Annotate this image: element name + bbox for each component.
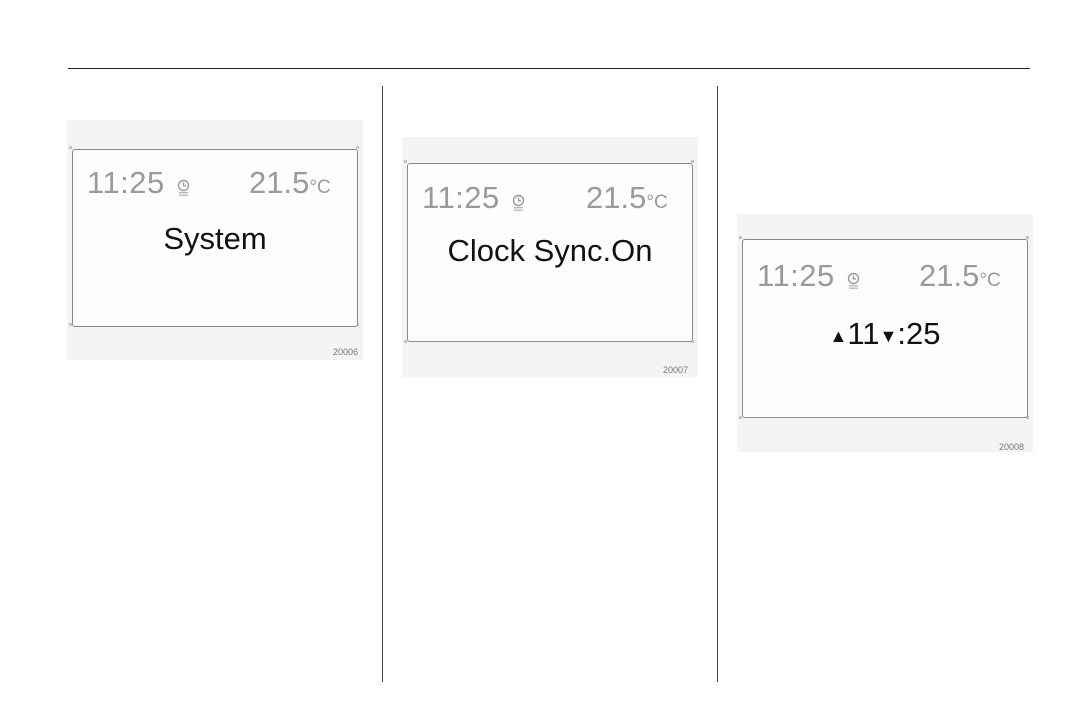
figure-code: 20006 — [333, 347, 359, 357]
display-screen: 11:25 21.5°C ▲11▼:25 — [742, 239, 1028, 418]
temperature-value: 21.5 — [586, 180, 647, 215]
figure-code: 20008 — [999, 442, 1025, 452]
status-time: 11:25 — [87, 165, 165, 200]
display-figure-time-set: 11:25 21.5°C ▲11▼:25 20008 — [737, 214, 1033, 452]
clock-sync-icon — [177, 179, 190, 196]
display-figure-system: 11:25 21.5°C System 20006 — [67, 120, 363, 360]
clock-sync-icon — [847, 272, 860, 289]
manual-page: 11:25 21.5°C System 20006 11:25 21.5°C C… — [0, 0, 1077, 720]
column-divider-1 — [382, 86, 383, 682]
down-arrow-icon: ▼ — [879, 326, 898, 346]
time-hours-value: 11 — [847, 316, 880, 351]
header-rule — [68, 68, 1030, 69]
figure-code: 20007 — [663, 365, 689, 375]
display-message: System — [163, 221, 267, 256]
temperature-value: 21.5 — [919, 258, 980, 293]
status-time: 11:25 — [422, 180, 500, 215]
up-arrow-icon: ▲ — [829, 326, 848, 346]
temperature-unit: °C — [309, 177, 331, 198]
temperature-unit: °C — [979, 270, 1001, 291]
clock-sync-icon — [512, 194, 525, 211]
status-temperature: 21.5°C — [586, 182, 668, 213]
corner-mark — [69, 146, 72, 149]
temperature-unit: °C — [646, 192, 668, 213]
display-screen: 11:25 21.5°C System — [72, 149, 358, 327]
status-time: 11:25 — [757, 258, 835, 293]
column-divider-2 — [717, 86, 718, 682]
display-figure-clock-sync: 11:25 21.5°C Clock Sync.On 20007 — [402, 137, 698, 377]
corner-mark — [404, 160, 407, 163]
time-minutes-value: :25 — [897, 316, 941, 351]
display-message: Clock Sync.On — [447, 233, 653, 268]
status-temperature: 21.5°C — [919, 260, 1001, 291]
corner-mark — [739, 236, 742, 239]
temperature-value: 21.5 — [249, 165, 310, 200]
display-screen: 11:25 21.5°C Clock Sync.On — [407, 163, 693, 342]
display-message-time-edit: ▲11▼:25 — [743, 318, 1027, 349]
status-temperature: 21.5°C — [249, 167, 331, 198]
